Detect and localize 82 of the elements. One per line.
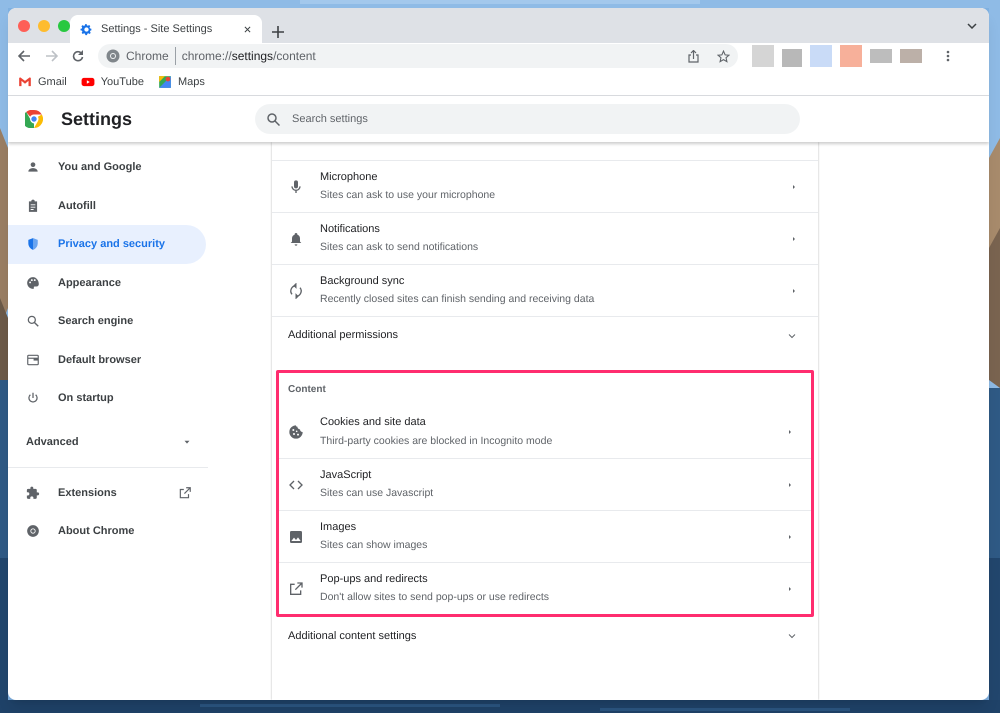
row-description: Sites can use Javascript: [320, 486, 434, 502]
palette-icon: [26, 276, 40, 290]
search-icon: [267, 113, 280, 126]
sidebar-item[interactable]: Privacy and security: [8, 225, 206, 264]
row-description: Third-party cookies are blocked in Incognito mode: [320, 434, 554, 449]
bookmark-link[interactable]: Gmail: [18, 74, 67, 90]
mail-icon: [18, 75, 32, 89]
browser-window-icon: [26, 352, 40, 367]
clipboard-icon: [26, 198, 40, 213]
chevron-down-icon[interactable]: [967, 23, 977, 29]
row-title: Notifications: [320, 222, 381, 237]
expandable-section-row[interactable]: Additional permissions: [272, 316, 818, 354]
settings-row[interactable]: Microphone Sites can ask to use your microphone: [272, 160, 818, 212]
sync-icon: [288, 282, 304, 298]
sidebar-item[interactable]: Appearance: [8, 264, 206, 302]
new-tab-button[interactable]: [272, 26, 284, 38]
search-field[interactable]: Search settings: [255, 104, 800, 134]
play-icon: [80, 75, 95, 89]
row-description: Recently closed sites can finish sending and receiving data: [320, 292, 596, 308]
row-title: Background sync: [320, 274, 406, 289]
advanced-section-toggle[interactable]: Advanced: [8, 418, 208, 468]
settings-row[interactable]: Images Sites can show images: [279, 510, 811, 562]
browser-tab[interactable]: Settings - Site Settings: [70, 15, 262, 43]
expandable-section-row[interactable]: Additional content settings: [272, 617, 818, 655]
settings-row[interactable]: Notifications Sites can ask to send notifications: [272, 212, 818, 264]
caret-right-icon: [786, 584, 794, 592]
url-text: chrome://settings/content: [182, 48, 316, 65]
person-icon: [26, 160, 40, 174]
caret-right-icon: [786, 480, 794, 488]
row-title: Microphone: [320, 170, 378, 185]
settings-row[interactable]: Background sync Recently closed sites can finish sending and receiving data: [272, 264, 818, 316]
address-bar[interactable]: Chrome chrome://settings/content: [98, 44, 738, 68]
sidebar-item[interactable]: Extensions: [8, 474, 208, 512]
tab-title: Settings - Site Settings: [101, 22, 214, 37]
sidebar-item[interactable]: Default browser: [8, 340, 206, 379]
row-title: JavaScript: [320, 468, 372, 483]
bell-icon: [288, 230, 304, 246]
settings-row[interactable]: JavaScript Sites can use Javascript: [279, 458, 811, 510]
site-label: Chrome: [126, 47, 176, 65]
close-icon[interactable]: [243, 24, 252, 34]
chrome-logo-icon: [26, 524, 40, 538]
row-title: Images: [320, 520, 358, 535]
gear-icon: [80, 22, 93, 36]
caret-right-icon: [786, 428, 794, 436]
caret-right-icon: [790, 234, 798, 242]
back-arrow-icon[interactable]: [18, 50, 31, 62]
sidebar-item[interactable]: Search engine: [8, 302, 206, 340]
bookmark-link[interactable]: YouTube: [80, 74, 144, 90]
settings-title: Settings: [61, 108, 134, 131]
reload-icon[interactable]: [72, 50, 84, 62]
chrome-logo-icon: [25, 110, 43, 128]
puzzle-piece-icon: [26, 486, 40, 500]
sidebar-item[interactable]: You and Google: [8, 148, 206, 186]
caret-right-icon: [790, 182, 798, 190]
external-link-icon: [288, 580, 304, 596]
row-description: Sites can ask to send notifications: [320, 240, 480, 256]
caret-right-icon: [790, 286, 798, 294]
row-description: Don't allow sites to send pop-ups or use redirects: [320, 590, 550, 606]
more-menu-icon[interactable]: [946, 50, 950, 62]
row-title: Cookies and site data: [320, 415, 427, 430]
settings-row[interactable]: Pop-ups and redirects Don't allow sites to send pop-ups or use redirects: [279, 562, 811, 614]
row-description: Sites can ask to use your microphone: [320, 188, 496, 204]
section-heading: Content: [287, 383, 327, 397]
settings-row[interactable]: Cookies and site data Third-party cookies are blocked in Incognito mode: [279, 406, 811, 458]
sidebar-item[interactable]: On startup: [8, 379, 206, 418]
map-icon: [158, 75, 172, 89]
search-icon: [26, 314, 40, 328]
sidebar-item[interactable]: About Chrome: [8, 512, 208, 550]
image-icon: [288, 528, 304, 544]
chrome-logo-icon: [106, 49, 120, 63]
row-description: Sites can show images: [320, 538, 428, 554]
row-title: Pop-ups and redirects: [320, 572, 429, 587]
star-icon[interactable]: [717, 50, 730, 62]
power-icon: [26, 391, 40, 406]
shield-icon: [26, 237, 40, 252]
external-link-icon: [178, 486, 192, 500]
plus-icon: [272, 26, 284, 38]
share-icon[interactable]: [688, 50, 699, 62]
sidebar-item[interactable]: Autofill: [8, 186, 206, 225]
caret-right-icon: [786, 532, 794, 540]
bookmark-link[interactable]: Maps: [158, 74, 205, 90]
cookie-icon: [288, 424, 304, 440]
